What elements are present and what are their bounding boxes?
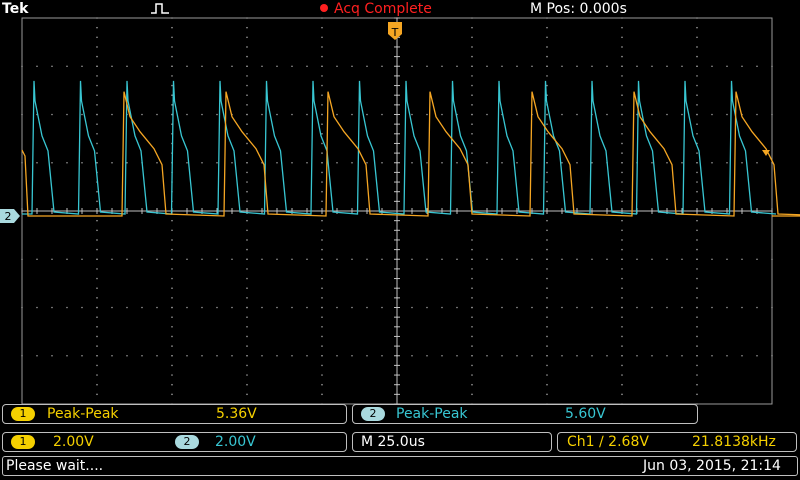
trigger-value: Ch1 ∕ 2.68V xyxy=(567,434,649,450)
measurement-ch1[interactable]: 1 Peak-Peak 5.36V xyxy=(2,404,347,424)
timebase-value: M 25.0us xyxy=(361,434,425,450)
vertical-settings[interactable]: 1 2.00V 2 2.00V xyxy=(2,432,347,452)
graticule xyxy=(21,17,773,405)
ch1-scale-badge: 1 xyxy=(11,435,35,449)
measurement-ch2-label: Peak-Peak xyxy=(396,406,468,422)
ch1-badge: 1 xyxy=(11,407,35,421)
measurement-ch2[interactable]: 2 Peak-Peak 5.60V xyxy=(352,404,698,424)
measurement-ch2-value: 5.60V xyxy=(565,406,606,422)
ch2-badge: 2 xyxy=(361,407,385,421)
status-message: Please wait.... xyxy=(6,458,104,474)
measurement-ch1-value: 5.36V xyxy=(216,406,257,422)
ch2-scale: 2.00V xyxy=(215,434,256,450)
status-datetime: Jun 03, 2015, 21:14 xyxy=(643,458,781,474)
frequency-value: 21.8138kHz xyxy=(692,434,776,450)
timebase-setting[interactable]: M 25.0us xyxy=(352,432,552,452)
measurement-ch1-label: Peak-Peak xyxy=(47,406,119,422)
ch1-scale: 2.00V xyxy=(53,434,94,450)
ch2-marker-label: 2 xyxy=(5,210,12,223)
trigger-marker-label: T xyxy=(391,26,399,39)
trigger-setting[interactable]: Ch1 ∕ 2.68V 21.8138kHz xyxy=(557,432,797,452)
ch2-scale-badge: 2 xyxy=(175,435,199,449)
ch2-ground-marker[interactable]: 2 xyxy=(0,209,20,223)
status-line: Please wait.... Jun 03, 2015, 21:14 xyxy=(2,456,798,476)
